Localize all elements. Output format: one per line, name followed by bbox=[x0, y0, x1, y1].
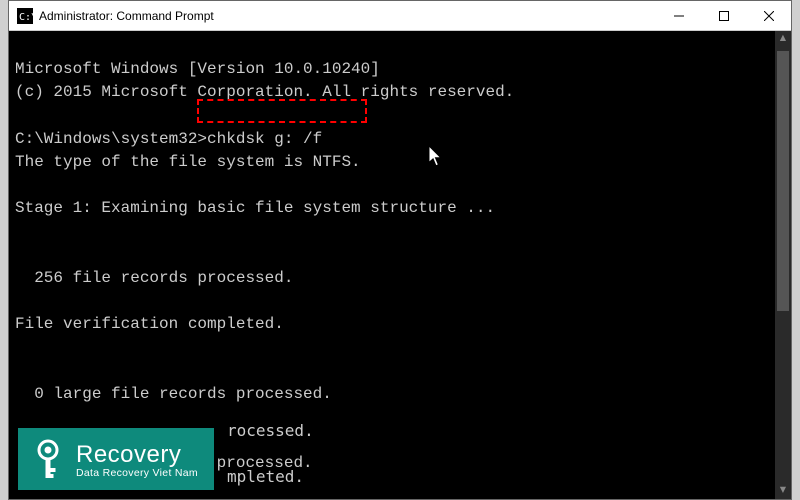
console-line: The type of the file system is NTFS. bbox=[15, 153, 361, 171]
console-line: Stage 1: Examining basic file system str… bbox=[15, 199, 495, 217]
watermark-text: Recovery Data Recovery Viet Nam bbox=[76, 441, 198, 479]
console-line: C:\Windows\system32>chkdsk g: /f bbox=[15, 130, 322, 148]
command-prompt-window: C:\ Administrator: Command Prompt Micros… bbox=[8, 0, 792, 500]
window-controls bbox=[656, 1, 791, 30]
console-line: 0 large file records processed. bbox=[15, 385, 332, 403]
window-title: Administrator: Command Prompt bbox=[39, 9, 656, 23]
svg-text:C:\: C:\ bbox=[19, 12, 33, 23]
scrollbar[interactable]: ▴ ▾ bbox=[775, 31, 791, 499]
minimize-button[interactable] bbox=[656, 1, 701, 30]
console-line: Microsoft Windows [Version 10.0.10240] bbox=[15, 60, 380, 78]
console-line-partial: mpleted. bbox=[227, 467, 304, 486]
lock-key-icon bbox=[30, 438, 66, 482]
cmd-icon: C:\ bbox=[17, 8, 33, 24]
scroll-thumb[interactable] bbox=[777, 51, 789, 311]
watermark-badge: Recovery Data Recovery Viet Nam bbox=[18, 428, 214, 490]
watermark-title: Recovery bbox=[76, 441, 198, 469]
scroll-up-icon[interactable]: ▴ bbox=[775, 31, 791, 47]
mouse-cursor-icon bbox=[371, 123, 385, 143]
scroll-down-icon[interactable]: ▾ bbox=[775, 483, 791, 499]
command-highlight bbox=[197, 99, 367, 123]
maximize-button[interactable] bbox=[701, 1, 746, 30]
close-button[interactable] bbox=[746, 1, 791, 30]
watermark-subtitle: Data Recovery Viet Nam bbox=[76, 467, 198, 479]
console-line-partial: rocessed. bbox=[227, 421, 314, 440]
titlebar[interactable]: C:\ Administrator: Command Prompt bbox=[9, 1, 791, 31]
console-line: File verification completed. bbox=[15, 315, 284, 333]
console-line: (c) 2015 Microsoft Corporation. All righ… bbox=[15, 83, 514, 101]
console-line: 256 file records processed. bbox=[15, 269, 293, 287]
